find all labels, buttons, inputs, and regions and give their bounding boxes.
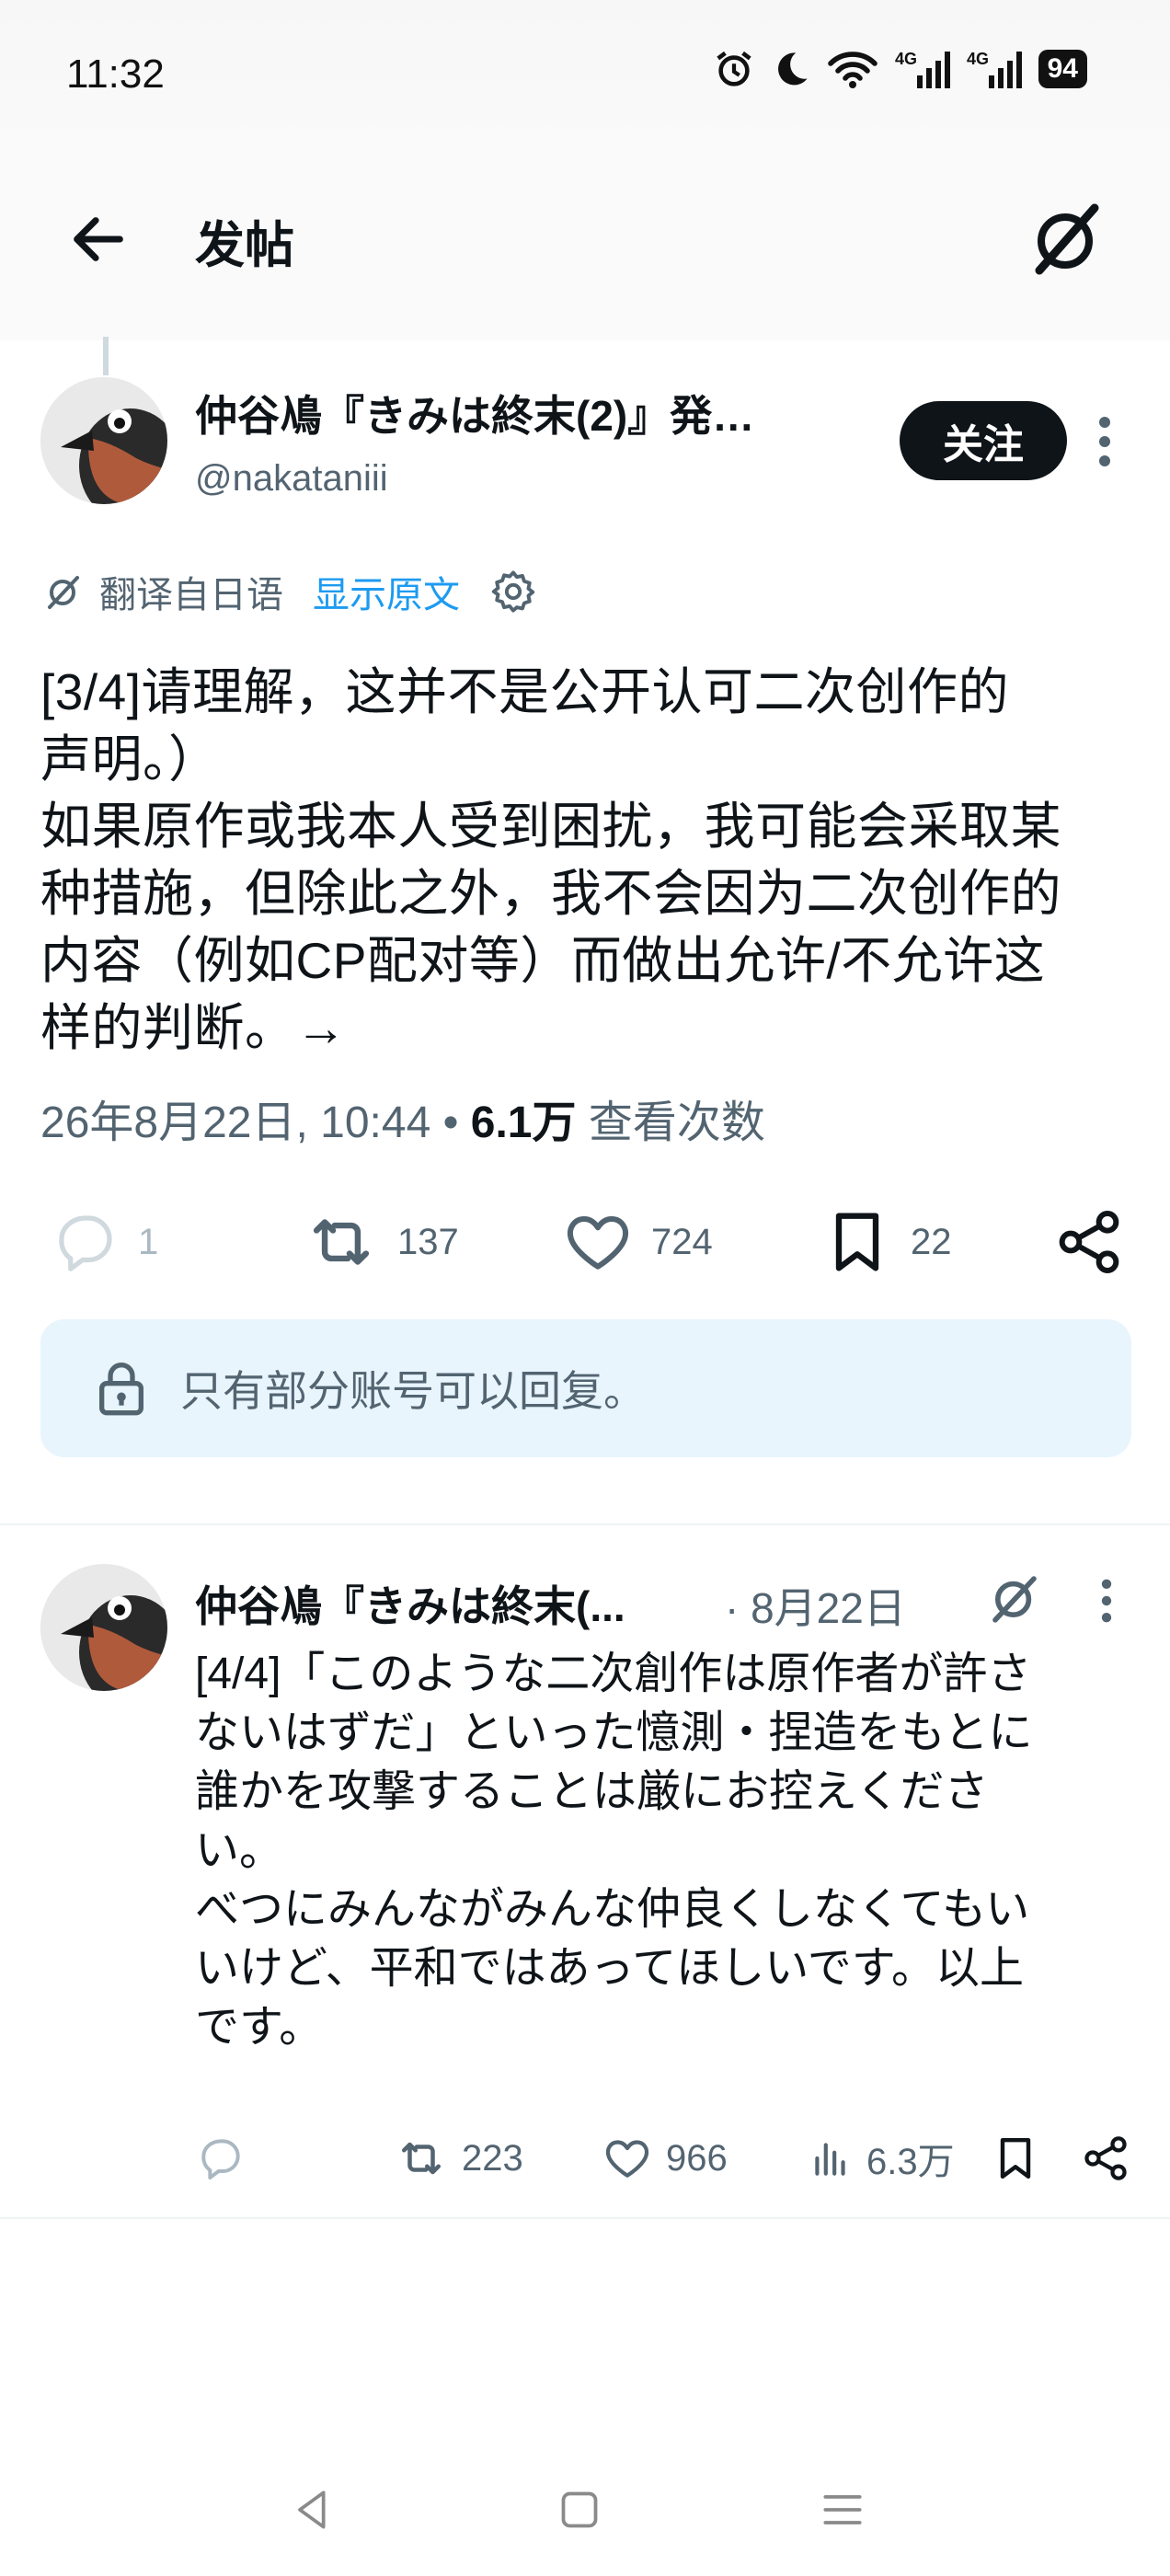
heart-icon [605,2140,649,2178]
views-label: 查看次数 [576,1098,765,1147]
top-app-bar [0,156,1170,340]
signal-icon-2: 4G [967,50,1022,88]
avatar[interactable] [40,377,167,504]
reply-icon [59,1215,112,1271]
heart-icon [568,1216,628,1270]
reply-author-name[interactable]: 仲谷鳰『きみは終末(... [195,1573,625,1634]
author-name[interactable]: 仲谷鳰『きみは終末(2)』発… [195,383,839,443]
share-icon [1084,2136,1127,2180]
reply-actions: 223 966 6.3万 [195,2122,1133,2195]
battery-indicator: 94 [1038,50,1087,88]
page-title: 发帖 [195,218,294,273]
more-vertical-icon [1101,1579,1112,1623]
divider [0,2217,1170,2219]
back-button[interactable] [66,202,140,276]
svg-text:4G: 4G [895,50,917,68]
grok-translate-icon [48,576,79,609]
reply-like-count: 966 [666,2137,728,2179]
wifi-icon [827,52,878,88]
share-button[interactable] [1052,1196,1126,1288]
signal-icon-1: 4G [895,50,950,88]
reply-count: 1 [138,1221,159,1262]
bar-chart-icon [815,2143,845,2176]
like-count: 724 [651,1221,713,1262]
post-text: [3/4]请理解，这并不是公开认可二次创作的 声明。） 如果原作或我本人受到困扰… [40,663,1062,1056]
reply-bookmark-button[interactable] [990,2122,1041,2195]
status-icons: 4G 4G 94 [713,48,1087,90]
grok-icon [992,1576,1037,1623]
reply-date[interactable]: · 8月22日 [725,1575,906,1636]
repost-icon [402,2142,441,2175]
meta-separator: • [430,1098,471,1147]
divider [0,1524,1170,1525]
reply-repost-count: 223 [462,2137,523,2179]
views-count: 6.1万 [470,1098,577,1147]
reply-text: [4/4]「このような二次創作は原作者が許さ ないはずだ」といった憶測・捏造をも… [195,1650,1033,2052]
reply-button[interactable]: 1 [50,1196,158,1288]
reply-grok-button[interactable] [982,1566,1047,1630]
reply-restriction-banner: 只有部分账号可以回复。 [40,1319,1131,1457]
thread-connector [103,337,109,375]
post-metadata: 26年8月22日, 10:44 • 6.1万 查看次数 [40,1086,765,1150]
reply-reply-button[interactable] [195,2122,247,2195]
gear-icon[interactable] [489,568,537,615]
repost-button[interactable]: 137 [302,1196,459,1288]
repost-icon [313,1219,370,1265]
bird-avatar-image [40,1564,167,1691]
nav-menu-icon[interactable] [817,2484,868,2536]
like-button[interactable]: 724 [561,1196,713,1288]
more-vertical-icon [1099,417,1110,466]
grok-icon [1035,203,1099,275]
lock-icon [99,1363,143,1416]
reply-like-button[interactable]: 966 [602,2122,728,2195]
alarm-icon [716,51,751,86]
post-timestamp[interactable]: 26年8月22日, 10:44 [40,1098,430,1147]
svg-text:4G: 4G [967,50,989,68]
follow-button[interactable]: 关注 [900,401,1067,480]
author-handle[interactable]: @nakataniii [195,458,388,500]
reply-more-options-button[interactable] [1095,1575,1118,1627]
nav-home-icon[interactable] [554,2484,605,2536]
bookmark-count: 22 [911,1221,952,1262]
system-navigation-bar [0,2447,1170,2576]
repost-count: 137 [397,1221,459,1262]
bookmark-icon [1000,2137,1031,2179]
reply-avatar[interactable] [40,1564,167,1691]
reply-views-button[interactable]: 6.3万 [808,2122,955,2195]
show-original-link[interactable]: 显示原文 [313,565,460,618]
bookmark-button[interactable]: 22 [820,1196,952,1288]
post-actions: 1 137 724 22 [40,1196,1135,1288]
more-options-button[interactable] [1091,414,1118,469]
translation-bar: 翻译自日语 显示原文 [40,565,537,618]
reply-share-button[interactable] [1080,2122,1131,2195]
translated-from-label: 翻译自日语 [99,575,283,615]
share-icon [1059,1211,1119,1273]
reply-icon [201,2139,240,2179]
status-time: 11:32 [66,52,165,97]
reply-views-count: 6.3万 [866,2142,955,2182]
reply-restriction-text: 只有部分账号可以回复。 [180,1367,646,1415]
back-arrow-icon [74,217,123,261]
nav-back-icon[interactable] [287,2484,338,2536]
moon-icon [777,52,808,86]
bookmark-icon [835,1213,879,1271]
bird-avatar-image [40,377,167,504]
grok-button[interactable] [1021,193,1113,285]
reply-repost-button[interactable]: 223 [394,2122,523,2195]
